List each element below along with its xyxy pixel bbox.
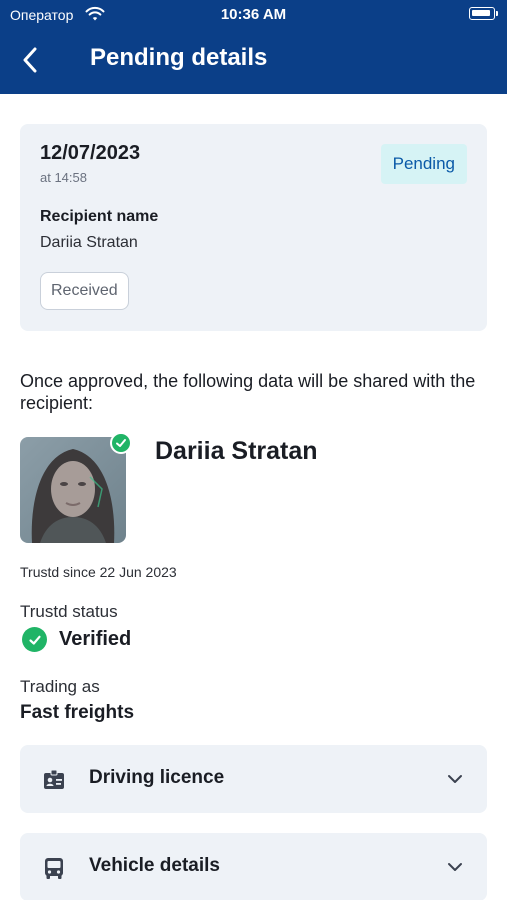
chevron-down-icon (448, 775, 462, 783)
trustd-since: Trustd since 22 Jun 2023 (20, 564, 177, 580)
bus-icon (45, 858, 63, 879)
accordion-label: Driving licence (89, 767, 225, 788)
recipient-name: Dariia Stratan (40, 234, 138, 251)
request-time: at 14:58 (40, 170, 87, 185)
check-circle-icon (22, 627, 47, 652)
portrait-image (20, 437, 126, 543)
verified-status: Verified (22, 627, 131, 652)
trustd-status-label: Trustd status (20, 602, 118, 621)
trading-as-value: Fast freights (20, 702, 135, 723)
shared-data-intro: Once approved, the following data will b… (20, 371, 476, 413)
status-badge: Pending (380, 144, 467, 184)
id-card-icon (44, 769, 64, 789)
vehicle-details-accordion[interactable]: Vehicle details (20, 833, 487, 900)
trading-as-label: Trading as (20, 677, 100, 696)
received-chip: Received (40, 272, 129, 310)
clock: 10:36 AM (220, 6, 287, 23)
verified-label: Verified (59, 628, 132, 650)
page-title: Pending details (90, 44, 268, 71)
request-date: 12/07/2023 (40, 142, 141, 164)
status-bar: Оператор 10:36 AM (0, 0, 507, 30)
back-button[interactable] (12, 42, 48, 78)
chevron-left-icon (23, 47, 37, 73)
request-card: 12/07/2023 at 14:58 Pending Recipient na… (20, 124, 487, 331)
profile-photo (20, 437, 126, 543)
accordion-label: Vehicle details (89, 855, 220, 876)
photo-verified-icon (110, 432, 132, 454)
recipient-label: Recipient name (40, 208, 159, 225)
app-header: Оператор 10:36 AM Pending details (0, 0, 507, 94)
driving-licence-accordion[interactable]: Driving licence (20, 745, 487, 813)
person-name: Dariia Stratan (155, 437, 318, 465)
battery-icon (469, 7, 498, 20)
chevron-down-icon (448, 863, 462, 871)
